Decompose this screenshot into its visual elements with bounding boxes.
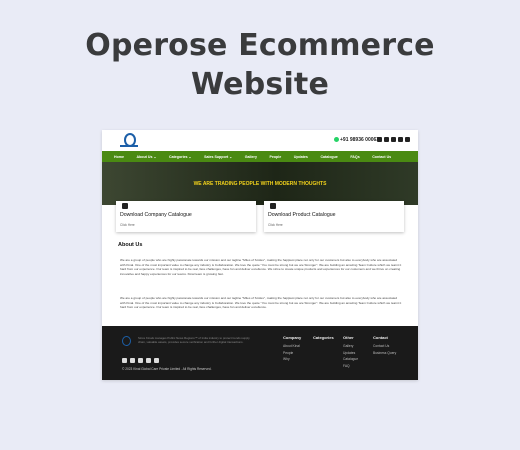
header-phone[interactable]: +91 98936 00063 bbox=[334, 137, 379, 143]
main-nav: Home About Us ⌄ Categories ⌄ Sales Suppo… bbox=[102, 151, 418, 162]
nav-about-us[interactable]: About Us ⌄ bbox=[137, 155, 157, 159]
nav-sales-support[interactable]: Sales Support ⌄ bbox=[204, 155, 232, 159]
footer-social-links bbox=[122, 358, 159, 363]
site-logo[interactable] bbox=[120, 133, 138, 149]
youtube-icon[interactable] bbox=[398, 137, 403, 142]
nav-home[interactable]: Home bbox=[114, 155, 124, 159]
footer-heading-other: Other bbox=[343, 335, 354, 340]
linkedin-icon[interactable] bbox=[391, 137, 396, 142]
card-title-line2: Website bbox=[190, 67, 330, 102]
hero-tagline: WE ARE TRADING PEOPLE WITH MODERN THOUGH… bbox=[193, 181, 327, 187]
header-social-links bbox=[377, 137, 410, 142]
card-title-line1: Operose Ecommerce bbox=[85, 28, 435, 63]
twitter-icon[interactable] bbox=[130, 358, 135, 363]
about-paragraph-2: We are a group of people who are highly … bbox=[120, 296, 402, 310]
instagram-icon[interactable] bbox=[154, 358, 159, 363]
nav-catalogue[interactable]: Catalogue bbox=[320, 155, 337, 159]
hero-banner: WE ARE TRADING PEOPLE WITH MODERN THOUGH… bbox=[102, 162, 418, 205]
download-icon bbox=[270, 203, 276, 209]
footer-link[interactable]: About Kinal bbox=[283, 343, 301, 350]
footer-link[interactable]: People bbox=[283, 350, 301, 357]
footer-heading-company: Company bbox=[283, 335, 302, 340]
nav-faqs[interactable]: FAQs bbox=[350, 155, 359, 159]
about-paragraph-1: We are a group of people who are highly … bbox=[120, 258, 402, 276]
footer-heading-contact: Contact bbox=[373, 335, 388, 340]
footer-copyright: © 2023 Kinal Global Care Private Limited… bbox=[122, 367, 212, 371]
nav-gallery[interactable]: Gallery bbox=[245, 155, 257, 159]
catalogue-link[interactable]: Click Here bbox=[120, 223, 135, 227]
footer-col-other: Other Gallery Updates Catalogue FAQ bbox=[343, 335, 358, 369]
footer-link[interactable]: Gallery bbox=[343, 343, 358, 350]
about-heading: About Us bbox=[118, 242, 143, 248]
site-header: +91 98936 00063 bbox=[102, 130, 418, 151]
footer-link[interactable]: FAQ bbox=[343, 363, 358, 370]
catalogue-link[interactable]: Click Here bbox=[268, 223, 283, 227]
instagram-icon[interactable] bbox=[405, 137, 410, 142]
youtube-icon[interactable] bbox=[146, 358, 151, 363]
footer-col-company: Company About Kinal People Why bbox=[283, 335, 301, 363]
download-icon bbox=[122, 203, 128, 209]
nav-categories[interactable]: Categories ⌄ bbox=[169, 155, 192, 159]
nav-people[interactable]: People bbox=[269, 155, 281, 159]
footer-logo[interactable] bbox=[122, 336, 131, 346]
footer-col-categories: Categories bbox=[313, 335, 334, 343]
card-title: Operose Ecommerce Website bbox=[0, 26, 520, 104]
facebook-icon[interactable] bbox=[377, 137, 382, 142]
footer-link[interactable]: Catalogue bbox=[343, 356, 358, 363]
product-catalogue-card[interactable]: Download Product Catalogue Click Here bbox=[264, 201, 404, 232]
whatsapp-icon bbox=[334, 137, 339, 143]
footer-heading-categories: Categories bbox=[313, 335, 334, 340]
catalogue-title: Download Company Catalogue bbox=[120, 212, 192, 218]
nav-contact-us[interactable]: Contact Us bbox=[372, 155, 391, 159]
linkedin-icon[interactable] bbox=[138, 358, 143, 363]
nav-updates[interactable]: Updates bbox=[294, 155, 308, 159]
facebook-icon[interactable] bbox=[122, 358, 127, 363]
footer-link[interactable]: Contact Us bbox=[373, 343, 396, 350]
twitter-icon[interactable] bbox=[384, 137, 389, 142]
footer-link[interactable]: Business Query bbox=[373, 350, 396, 357]
site-footer: Since Kinals manages Public News Regions… bbox=[102, 326, 418, 380]
footer-col-contact: Contact Contact Us Business Query bbox=[373, 335, 396, 356]
footer-link[interactable]: Updates bbox=[343, 350, 358, 357]
website-screenshot: +91 98936 00063 Home About Us ⌄ Categori… bbox=[102, 130, 418, 380]
catalogue-title: Download Product Catalogue bbox=[268, 212, 336, 218]
company-catalogue-card[interactable]: Download Company Catalogue Click Here bbox=[116, 201, 256, 232]
footer-description: Since Kinals manages Public News Regions… bbox=[138, 336, 250, 345]
footer-link[interactable]: Why bbox=[283, 356, 301, 363]
